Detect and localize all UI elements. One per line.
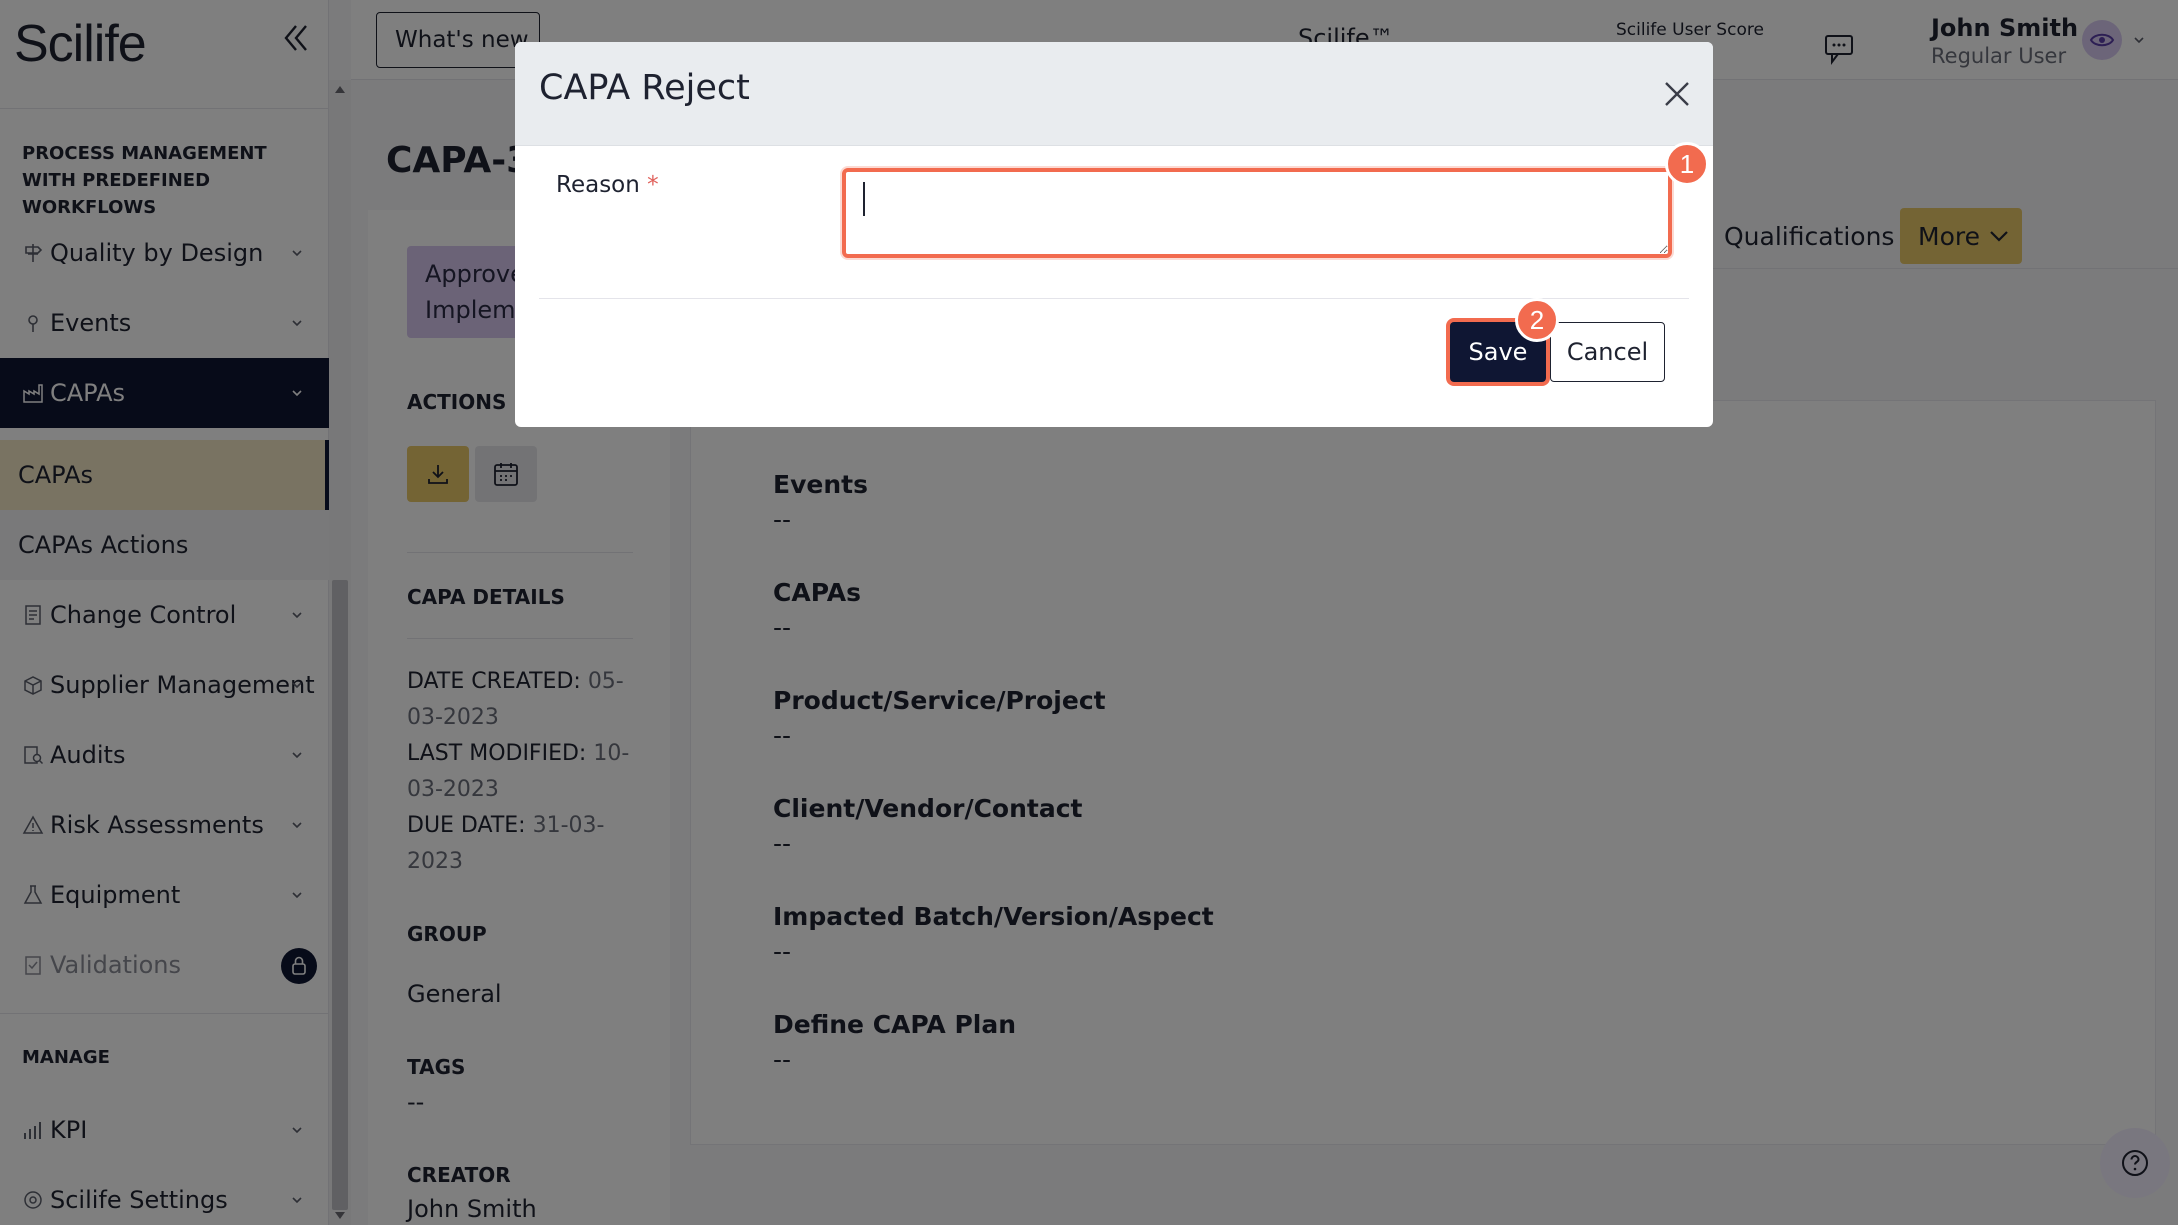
step-badge-2: 2 [1515, 298, 1559, 342]
step-badge-1: 1 [1665, 142, 1709, 186]
reason-label-text: Reason [556, 172, 640, 198]
close-icon[interactable] [1661, 78, 1693, 110]
required-marker: * [647, 172, 659, 198]
dialog-title: CAPA Reject [539, 68, 750, 108]
text-caret [863, 182, 865, 216]
reason-textarea[interactable] [842, 168, 1672, 258]
dialog-header: CAPA Reject [515, 42, 1713, 146]
cancel-button[interactable]: Cancel [1550, 322, 1665, 382]
capa-reject-dialog: CAPA Reject Reason * 1 Save Cancel 2 [515, 42, 1713, 427]
reason-label: Reason * [556, 172, 659, 198]
dialog-divider [539, 298, 1689, 299]
